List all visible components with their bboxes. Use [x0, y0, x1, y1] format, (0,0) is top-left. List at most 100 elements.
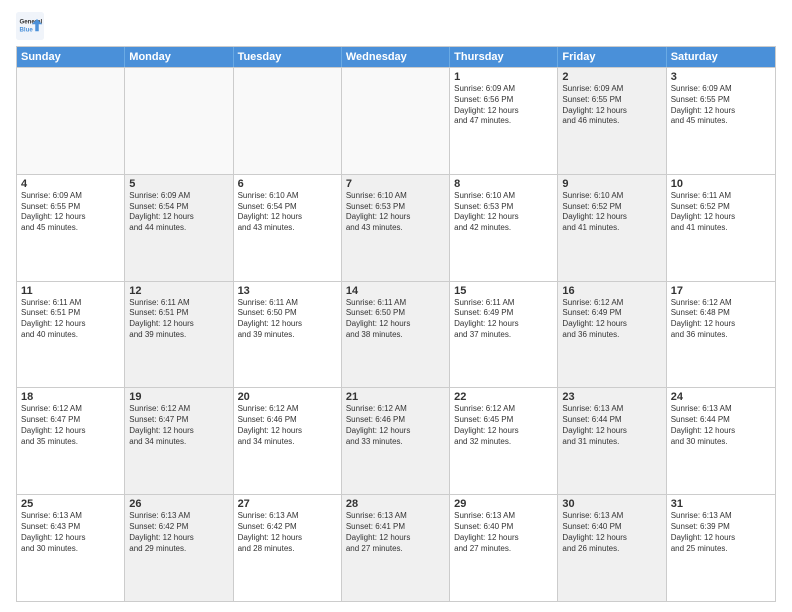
calendar-cell-8: 8Sunrise: 6:10 AM Sunset: 6:53 PM Daylig… — [450, 175, 558, 281]
header-day-thursday: Thursday — [450, 47, 558, 67]
calendar-cell-29: 29Sunrise: 6:13 AM Sunset: 6:40 PM Dayli… — [450, 495, 558, 601]
calendar-cell-empty-0-3 — [342, 68, 450, 174]
calendar-row-4: 25Sunrise: 6:13 AM Sunset: 6:43 PM Dayli… — [17, 494, 775, 601]
cell-info: Sunrise: 6:12 AM Sunset: 6:45 PM Dayligh… — [454, 404, 553, 447]
calendar-cell-24: 24Sunrise: 6:13 AM Sunset: 6:44 PM Dayli… — [667, 388, 775, 494]
calendar-cell-23: 23Sunrise: 6:13 AM Sunset: 6:44 PM Dayli… — [558, 388, 666, 494]
cell-info: Sunrise: 6:10 AM Sunset: 6:54 PM Dayligh… — [238, 191, 337, 234]
day-number: 31 — [671, 498, 771, 510]
day-number: 21 — [346, 391, 445, 403]
cell-info: Sunrise: 6:13 AM Sunset: 6:41 PM Dayligh… — [346, 511, 445, 554]
cell-info: Sunrise: 6:13 AM Sunset: 6:44 PM Dayligh… — [671, 404, 771, 447]
day-number: 18 — [21, 391, 120, 403]
calendar-cell-empty-0-0 — [17, 68, 125, 174]
calendar-cell-28: 28Sunrise: 6:13 AM Sunset: 6:41 PM Dayli… — [342, 495, 450, 601]
header-day-wednesday: Wednesday — [342, 47, 450, 67]
day-number: 24 — [671, 391, 771, 403]
day-number: 11 — [21, 285, 120, 297]
cell-info: Sunrise: 6:13 AM Sunset: 6:40 PM Dayligh… — [562, 511, 661, 554]
cell-info: Sunrise: 6:12 AM Sunset: 6:48 PM Dayligh… — [671, 298, 771, 341]
calendar-row-2: 11Sunrise: 6:11 AM Sunset: 6:51 PM Dayli… — [17, 281, 775, 388]
cell-info: Sunrise: 6:12 AM Sunset: 6:47 PM Dayligh… — [21, 404, 120, 447]
calendar-cell-12: 12Sunrise: 6:11 AM Sunset: 6:51 PM Dayli… — [125, 282, 233, 388]
day-number: 27 — [238, 498, 337, 510]
calendar-cell-11: 11Sunrise: 6:11 AM Sunset: 6:51 PM Dayli… — [17, 282, 125, 388]
cell-info: Sunrise: 6:10 AM Sunset: 6:52 PM Dayligh… — [562, 191, 661, 234]
cell-info: Sunrise: 6:13 AM Sunset: 6:40 PM Dayligh… — [454, 511, 553, 554]
cell-info: Sunrise: 6:13 AM Sunset: 6:44 PM Dayligh… — [562, 404, 661, 447]
cell-info: Sunrise: 6:09 AM Sunset: 6:55 PM Dayligh… — [21, 191, 120, 234]
day-number: 28 — [346, 498, 445, 510]
calendar-cell-14: 14Sunrise: 6:11 AM Sunset: 6:50 PM Dayli… — [342, 282, 450, 388]
calendar-cell-6: 6Sunrise: 6:10 AM Sunset: 6:54 PM Daylig… — [234, 175, 342, 281]
day-number: 20 — [238, 391, 337, 403]
cell-info: Sunrise: 6:09 AM Sunset: 6:54 PM Dayligh… — [129, 191, 228, 234]
cell-info: Sunrise: 6:13 AM Sunset: 6:43 PM Dayligh… — [21, 511, 120, 554]
day-number: 13 — [238, 285, 337, 297]
day-number: 23 — [562, 391, 661, 403]
day-number: 16 — [562, 285, 661, 297]
calendar-cell-empty-0-2 — [234, 68, 342, 174]
day-number: 8 — [454, 178, 553, 190]
day-number: 17 — [671, 285, 771, 297]
cell-info: Sunrise: 6:13 AM Sunset: 6:42 PM Dayligh… — [238, 511, 337, 554]
cell-info: Sunrise: 6:11 AM Sunset: 6:51 PM Dayligh… — [21, 298, 120, 341]
day-number: 26 — [129, 498, 228, 510]
calendar-cell-2: 2Sunrise: 6:09 AM Sunset: 6:55 PM Daylig… — [558, 68, 666, 174]
cell-info: Sunrise: 6:13 AM Sunset: 6:42 PM Dayligh… — [129, 511, 228, 554]
calendar: SundayMondayTuesdayWednesdayThursdayFrid… — [16, 46, 776, 602]
page: General Blue SundayMondayTuesdayWednesda… — [0, 0, 792, 612]
calendar-cell-20: 20Sunrise: 6:12 AM Sunset: 6:46 PM Dayli… — [234, 388, 342, 494]
calendar-cell-22: 22Sunrise: 6:12 AM Sunset: 6:45 PM Dayli… — [450, 388, 558, 494]
header-day-sunday: Sunday — [17, 47, 125, 67]
header-day-saturday: Saturday — [667, 47, 775, 67]
day-number: 15 — [454, 285, 553, 297]
day-number: 7 — [346, 178, 445, 190]
logo: General Blue — [16, 12, 44, 40]
calendar-cell-31: 31Sunrise: 6:13 AM Sunset: 6:39 PM Dayli… — [667, 495, 775, 601]
calendar-cell-26: 26Sunrise: 6:13 AM Sunset: 6:42 PM Dayli… — [125, 495, 233, 601]
cell-info: Sunrise: 6:12 AM Sunset: 6:49 PM Dayligh… — [562, 298, 661, 341]
calendar-body: 1Sunrise: 6:09 AM Sunset: 6:56 PM Daylig… — [17, 67, 775, 601]
cell-info: Sunrise: 6:12 AM Sunset: 6:47 PM Dayligh… — [129, 404, 228, 447]
cell-info: Sunrise: 6:09 AM Sunset: 6:55 PM Dayligh… — [671, 84, 771, 127]
cell-info: Sunrise: 6:10 AM Sunset: 6:53 PM Dayligh… — [454, 191, 553, 234]
cell-info: Sunrise: 6:12 AM Sunset: 6:46 PM Dayligh… — [238, 404, 337, 447]
cell-info: Sunrise: 6:09 AM Sunset: 6:56 PM Dayligh… — [454, 84, 553, 127]
calendar-header: SundayMondayTuesdayWednesdayThursdayFrid… — [17, 47, 775, 67]
header-day-tuesday: Tuesday — [234, 47, 342, 67]
calendar-row-0: 1Sunrise: 6:09 AM Sunset: 6:56 PM Daylig… — [17, 67, 775, 174]
calendar-cell-19: 19Sunrise: 6:12 AM Sunset: 6:47 PM Dayli… — [125, 388, 233, 494]
day-number: 2 — [562, 71, 661, 83]
day-number: 5 — [129, 178, 228, 190]
calendar-cell-25: 25Sunrise: 6:13 AM Sunset: 6:43 PM Dayli… — [17, 495, 125, 601]
cell-info: Sunrise: 6:11 AM Sunset: 6:50 PM Dayligh… — [346, 298, 445, 341]
cell-info: Sunrise: 6:09 AM Sunset: 6:55 PM Dayligh… — [562, 84, 661, 127]
day-number: 22 — [454, 391, 553, 403]
calendar-cell-3: 3Sunrise: 6:09 AM Sunset: 6:55 PM Daylig… — [667, 68, 775, 174]
day-number: 9 — [562, 178, 661, 190]
calendar-cell-9: 9Sunrise: 6:10 AM Sunset: 6:52 PM Daylig… — [558, 175, 666, 281]
calendar-cell-16: 16Sunrise: 6:12 AM Sunset: 6:49 PM Dayli… — [558, 282, 666, 388]
cell-info: Sunrise: 6:11 AM Sunset: 6:52 PM Dayligh… — [671, 191, 771, 234]
day-number: 1 — [454, 71, 553, 83]
calendar-cell-18: 18Sunrise: 6:12 AM Sunset: 6:47 PM Dayli… — [17, 388, 125, 494]
day-number: 14 — [346, 285, 445, 297]
calendar-cell-27: 27Sunrise: 6:13 AM Sunset: 6:42 PM Dayli… — [234, 495, 342, 601]
day-number: 10 — [671, 178, 771, 190]
day-number: 19 — [129, 391, 228, 403]
svg-text:Blue: Blue — [20, 26, 34, 33]
cell-info: Sunrise: 6:12 AM Sunset: 6:46 PM Dayligh… — [346, 404, 445, 447]
calendar-cell-13: 13Sunrise: 6:11 AM Sunset: 6:50 PM Dayli… — [234, 282, 342, 388]
header: General Blue — [16, 12, 776, 40]
cell-info: Sunrise: 6:11 AM Sunset: 6:50 PM Dayligh… — [238, 298, 337, 341]
calendar-row-1: 4Sunrise: 6:09 AM Sunset: 6:55 PM Daylig… — [17, 174, 775, 281]
calendar-cell-15: 15Sunrise: 6:11 AM Sunset: 6:49 PM Dayli… — [450, 282, 558, 388]
header-day-monday: Monday — [125, 47, 233, 67]
day-number: 12 — [129, 285, 228, 297]
calendar-cell-1: 1Sunrise: 6:09 AM Sunset: 6:56 PM Daylig… — [450, 68, 558, 174]
calendar-cell-empty-0-1 — [125, 68, 233, 174]
cell-info: Sunrise: 6:11 AM Sunset: 6:49 PM Dayligh… — [454, 298, 553, 341]
day-number: 4 — [21, 178, 120, 190]
calendar-row-3: 18Sunrise: 6:12 AM Sunset: 6:47 PM Dayli… — [17, 387, 775, 494]
